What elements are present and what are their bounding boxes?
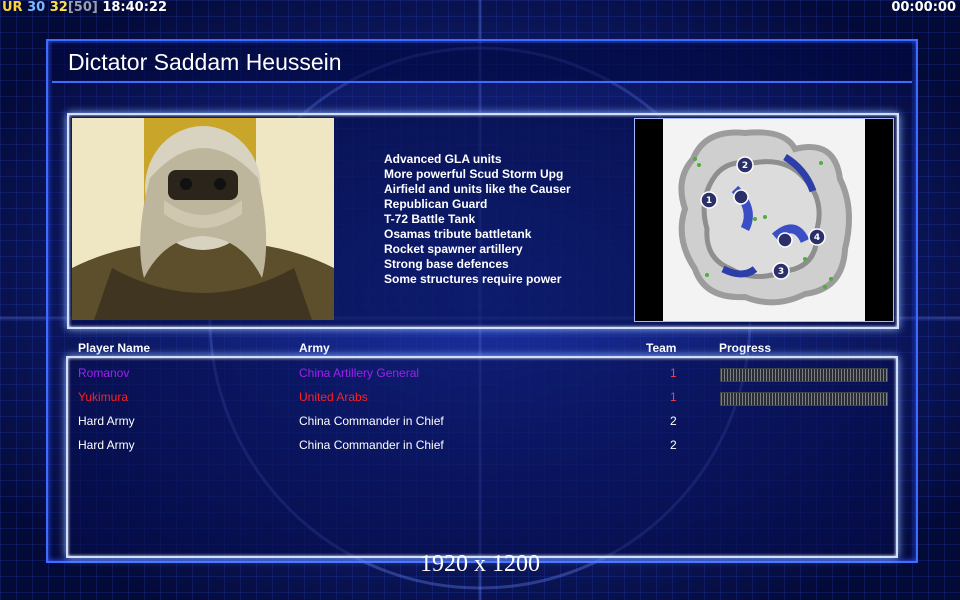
- hud-clock: 18:40:22: [102, 0, 168, 15]
- hud-fps-readout: UR 30 32[50] 18:40:22: [2, 0, 167, 16]
- minimap: 1 2 3 4: [634, 118, 894, 322]
- description-line: Rocket spawner artillery: [384, 242, 523, 256]
- player-name: Romanov: [78, 366, 130, 380]
- description-line: Republican Guard: [384, 197, 488, 211]
- start-position-label: 1: [706, 196, 712, 206]
- player-name: Yukimura: [78, 390, 129, 404]
- portrait-image: [72, 118, 334, 320]
- description-line: Some structures require power: [384, 272, 562, 286]
- player-team: 2: [670, 414, 677, 428]
- description-line: More powerful Scud Storm Upg: [384, 167, 564, 181]
- player-row: Romanov China Artillery General 1: [68, 361, 894, 385]
- player-team: 2: [670, 438, 677, 452]
- column-header-team: Team: [646, 341, 677, 355]
- description-line: Strong base defences: [384, 257, 509, 271]
- hud-fps-limit: [50]: [67, 0, 98, 15]
- progress-bar: [720, 368, 888, 382]
- player-name: Hard Army: [78, 438, 135, 452]
- player-army: United Arabs: [299, 390, 368, 404]
- column-header-progress: Progress: [719, 341, 772, 355]
- description-line: T-72 Battle Tank: [384, 212, 476, 226]
- player-army: China Artillery General: [299, 366, 420, 380]
- player-army: China Commander in Chief: [299, 414, 444, 428]
- column-header-player: Player Name: [78, 341, 151, 355]
- start-position-label: 4: [814, 233, 820, 243]
- general-description: Advanced GLA units More powerful Scud St…: [384, 152, 571, 287]
- resolution-label: 1920 x 1200: [420, 551, 540, 577]
- hud-ur-label: UR: [2, 0, 23, 15]
- player-team: 1: [670, 390, 677, 404]
- start-position-label: 3: [778, 267, 784, 277]
- player-army: China Commander in Chief: [299, 438, 444, 452]
- general-portrait: [72, 118, 334, 320]
- progress-bar: [720, 392, 888, 406]
- start-position-label: 2: [742, 161, 748, 171]
- player-name: Hard Army: [78, 414, 135, 428]
- description-line: Osamas tribute battletank: [384, 227, 532, 241]
- description-line: Advanced GLA units: [384, 152, 502, 166]
- hud-timer: 00:00:00: [891, 0, 956, 15]
- minimap-terrain-icon: 1 2 3 4: [635, 119, 893, 321]
- general-title: Dictator Saddam Heussein: [68, 49, 342, 75]
- player-row: Hard Army China Commander in Chief 2: [68, 409, 894, 433]
- hud-fps-current: 32: [49, 0, 68, 15]
- player-team: 1: [670, 366, 677, 380]
- description-line: Airfield and units like the Causer: [384, 182, 571, 196]
- hud-fps: 30: [27, 0, 46, 15]
- player-row: Hard Army China Commander in Chief 2: [68, 433, 894, 457]
- player-row: Yukimura United Arabs 1: [68, 385, 894, 409]
- column-header-army: Army: [299, 341, 330, 355]
